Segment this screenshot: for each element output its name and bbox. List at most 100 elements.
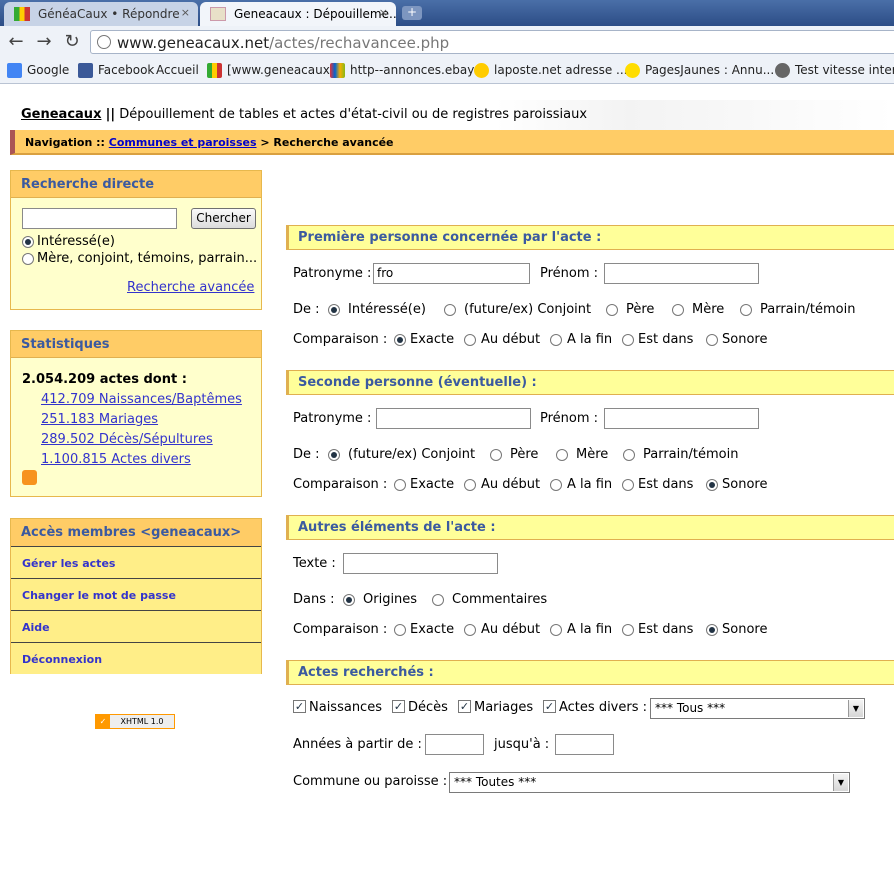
p2-comp-sonore-radio[interactable] <box>706 479 718 491</box>
bookmark-accueil[interactable]: Accueil <box>156 63 199 77</box>
radio-label: Exacte <box>410 622 455 637</box>
p1-comp-sonore-radio[interactable] <box>706 334 718 346</box>
bookmark-laposte[interactable]: laposte.net adresse ... <box>474 63 627 78</box>
p1-comp-fin-radio[interactable] <box>550 334 562 346</box>
section-first-person: Première personne concernée par l'acte : <box>286 225 894 250</box>
close-tab-icon[interactable]: × <box>181 6 190 19</box>
browser-tab-1[interactable]: GénéaCaux • Répondre × <box>4 2 198 26</box>
p2-de-label: De : <box>293 447 320 462</box>
expo-actes-favicon-icon <box>210 7 226 21</box>
forward-icon[interactable]: → <box>32 30 56 54</box>
mariages-checkbox[interactable]: ✓ <box>458 700 471 713</box>
stats-naissances-link[interactable]: 412.709 Naissances/Baptêmes <box>41 392 242 407</box>
autres-comp-fin-radio[interactable] <box>550 624 562 636</box>
p2-de-pere-radio[interactable] <box>490 449 502 461</box>
bookmark-geneacaux[interactable]: [www.geneacaux <box>207 63 330 78</box>
p1-comp-estdans-radio[interactable] <box>622 334 634 346</box>
p2-de-conjoint-radio[interactable] <box>328 449 340 461</box>
checkmark-icon: ✓ <box>96 715 110 728</box>
texte-input[interactable] <box>343 553 498 574</box>
site-home-link[interactable]: Geneacaux <box>21 107 101 122</box>
address-bar[interactable]: www.geneacaux.net/actes/rechavancee.php <box>90 30 894 54</box>
direct-search-input[interactable] <box>22 208 177 229</box>
advanced-search-link[interactable]: Recherche avancée <box>127 280 254 295</box>
direct-search-title: Recherche directe <box>11 171 261 198</box>
autres-comp-estdans-radio[interactable] <box>622 624 634 636</box>
commune-select[interactable]: *** Toutes *** ▼ <box>449 772 850 793</box>
menu-deconnexion[interactable]: Déconnexion <box>11 642 261 674</box>
radio-label: Origines <box>363 592 418 607</box>
menu-gerer-actes[interactable]: Gérer les actes <box>11 546 261 578</box>
browser-tab-2[interactable]: Geneacaux : Dépouilleme... × <box>200 2 396 26</box>
stats-mariages-link[interactable]: 251.183 Mariages <box>41 412 158 427</box>
radio-label: A la fin <box>567 332 613 347</box>
p1-comp-debut-radio[interactable] <box>464 334 476 346</box>
p2-patronyme-input[interactable] <box>376 408 531 429</box>
p2-prenom-input[interactable] <box>604 408 759 429</box>
members-box: Accès membres <geneacaux> Gérer les acte… <box>10 518 262 674</box>
p2-de-mere-radio[interactable] <box>556 449 568 461</box>
bookmark-google[interactable]: Google <box>7 63 69 78</box>
ebay-icon <box>330 63 345 78</box>
p2-comp-exacte-radio[interactable] <box>394 479 406 491</box>
p1-de-pere-radio[interactable] <box>606 304 618 316</box>
menu-changer-mot-de-passe[interactable]: Changer le mot de passe <box>11 578 261 610</box>
p1-prenom-input[interactable] <box>604 263 759 284</box>
autres-comp-sonore-radio[interactable] <box>706 624 718 636</box>
section-acts-searched: Actes recherchés : <box>286 660 894 685</box>
breadcrumb-current: > Recherche avancée <box>260 136 394 149</box>
p2-comp-estdans-radio[interactable] <box>622 479 634 491</box>
radio-label: A la fin <box>567 477 613 492</box>
dans-label: Dans : <box>293 592 335 607</box>
section-other-elements: Autres éléments de l'acte : <box>286 515 894 540</box>
stats-deces-link[interactable]: 289.502 Décès/Sépultures <box>41 432 213 447</box>
actes-divers-checkbox[interactable]: ✓ <box>543 700 556 713</box>
search-button[interactable]: Chercher <box>191 208 256 229</box>
p2-prenom-label: Prénom : <box>540 411 599 426</box>
p1-de-conjoint-radio[interactable] <box>444 304 456 316</box>
breadcrumb-communes-link[interactable]: Communes et paroisses <box>109 136 257 149</box>
radio-label: Est dans <box>638 477 694 492</box>
bookmark-facebook[interactable]: Facebook <box>78 63 154 78</box>
menu-aide[interactable]: Aide <box>11 610 261 642</box>
bookmark-test-vitesse[interactable]: Test vitesse interne <box>775 63 894 78</box>
reload-icon[interactable]: ↻ <box>60 30 84 54</box>
deces-checkbox[interactable]: ✓ <box>392 700 405 713</box>
annee-from-input[interactable] <box>425 734 484 755</box>
bookmark-ebay[interactable]: http--annonces.ebay <box>330 63 474 78</box>
back-icon[interactable]: ← <box>4 30 28 54</box>
p1-patronyme-input[interactable]: fro <box>373 263 530 284</box>
p2-de-parrain-radio[interactable] <box>623 449 635 461</box>
p2-comp-fin-radio[interactable] <box>550 479 562 491</box>
checkbox-label: Naissances <box>309 700 382 715</box>
p1-de-parrain-radio[interactable] <box>740 304 752 316</box>
p1-de-interesse-radio[interactable] <box>328 304 340 316</box>
radio-label: (future/ex) Conjoint <box>348 447 476 462</box>
stats-total: 2.054.209 actes dont : <box>22 372 187 387</box>
direct-search-box: Recherche directe Chercher Intéressé(e) … <box>10 170 262 310</box>
url-path: /actes/rechavancee.php <box>269 34 450 52</box>
radio-mere-conjoint[interactable] <box>22 253 34 265</box>
p1-patronyme-label: Patronyme : <box>293 266 372 281</box>
p2-comp-debut-radio[interactable] <box>464 479 476 491</box>
p1-comp-exacte-radio[interactable] <box>394 334 406 346</box>
rss-icon[interactable] <box>22 470 37 485</box>
stats-divers-link[interactable]: 1.100.815 Actes divers <box>41 452 191 467</box>
dans-commentaires-radio[interactable] <box>432 594 444 606</box>
page-header: Geneacaux || Dépouillement de tables et … <box>10 100 894 130</box>
new-tab-button[interactable]: + <box>402 6 422 20</box>
naissances-checkbox[interactable]: ✓ <box>293 700 306 713</box>
xhtml-badge[interactable]: ✓ XHTML 1.0 <box>95 714 175 729</box>
autres-comparaison-label: Comparaison : <box>293 622 388 637</box>
dans-origines-radio[interactable] <box>343 594 355 606</box>
close-tab-icon[interactable]: × <box>379 6 388 19</box>
annee-to-input[interactable] <box>555 734 614 755</box>
radio-label: A la fin <box>567 622 613 637</box>
radio-label: Est dans <box>638 622 694 637</box>
p1-de-mere-radio[interactable] <box>672 304 684 316</box>
radio-interesse[interactable] <box>22 236 34 248</box>
autres-comp-exacte-radio[interactable] <box>394 624 406 636</box>
bookmark-pagesjaunes[interactable]: PagesJaunes : Annu... <box>625 63 774 78</box>
actes-divers-select[interactable]: *** Tous *** ▼ <box>650 698 865 719</box>
autres-comp-debut-radio[interactable] <box>464 624 476 636</box>
